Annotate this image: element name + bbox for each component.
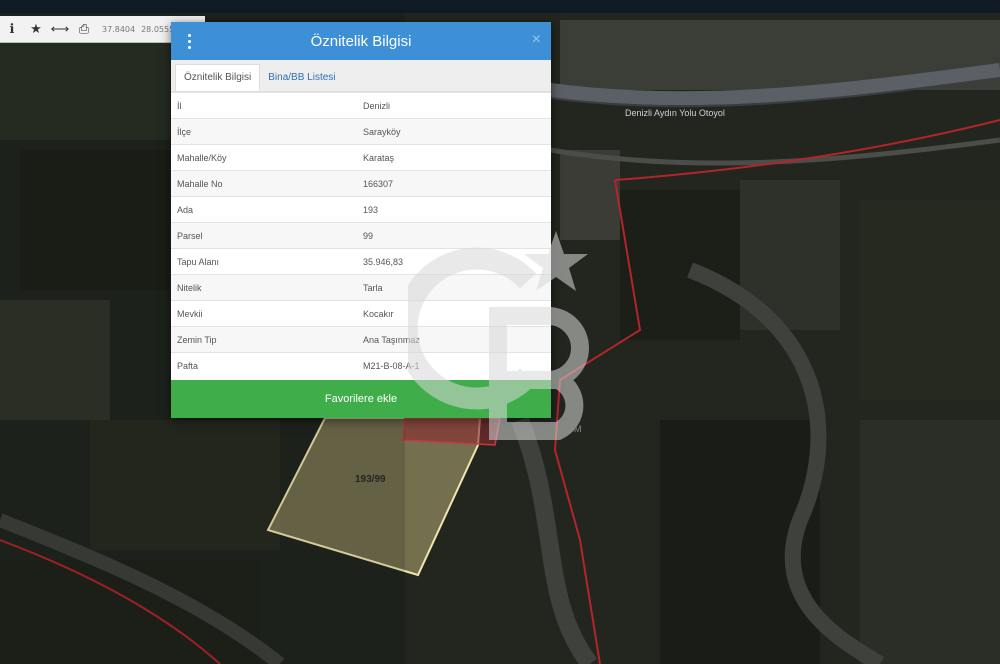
attribute-value: Sarayköy — [357, 118, 551, 145]
tab-attribute-info[interactable]: Öznitelik Bilgisi — [175, 64, 261, 91]
coordinate-x: 37.8404 — [102, 24, 136, 34]
attribute-key: Mahalle/Köy — [171, 144, 357, 171]
coordinate-y: 28.0555 — [141, 24, 175, 34]
attribute-key: İlçe — [171, 118, 357, 145]
attribute-key: Mevkii — [171, 300, 357, 327]
attribute-value: 166307 — [357, 170, 551, 197]
attribute-value: Denizli — [357, 92, 551, 119]
attribute-key: Tapu Alanı — [171, 248, 357, 275]
measure-icon[interactable]: ⟷ — [48, 16, 72, 42]
top-bar — [0, 0, 1000, 13]
attribute-key: Ada — [171, 196, 357, 223]
attribute-key: İl — [171, 92, 357, 119]
attribute-key: Parsel — [171, 222, 357, 249]
table-row: Mahalle No 166307 — [171, 170, 551, 197]
table-row: Ada 193 — [171, 196, 551, 223]
dialog-tabs: Öznitelik Bilgisi Bina/BB Listesi — [171, 60, 551, 92]
attribute-key: Pafta — [171, 352, 357, 378]
attribute-value: Karataş — [357, 144, 551, 171]
info-icon[interactable]: ℹ — [0, 16, 24, 42]
dialog-header: Öznitelik Bilgisi × — [171, 22, 551, 60]
table-row: Mahalle/Köy Karataş — [171, 144, 551, 171]
road-label: Denizli Aydın Yolu Otoyol — [625, 108, 725, 118]
table-row: İl Denizli — [171, 92, 551, 119]
close-icon[interactable]: × — [532, 31, 541, 49]
attribute-value: 193 — [357, 196, 551, 223]
attribute-key: Nitelik — [171, 274, 357, 301]
dialog-title: Öznitelik Bilgisi — [310, 32, 412, 50]
menu-icon[interactable] — [185, 32, 193, 50]
table-row: İlçe Sarayköy — [171, 118, 551, 145]
svg-text:SM: SM — [568, 424, 582, 434]
watermark-logo: SM — [408, 231, 589, 440]
star-icon[interactable]: ★ — [24, 16, 48, 42]
tab-building-list[interactable]: Bina/BB Listesi — [260, 65, 343, 91]
attribute-key: Zemin Tip — [171, 326, 357, 353]
print-icon[interactable]: ⎙ — [72, 16, 96, 42]
attribute-key: Mahalle No — [171, 170, 357, 197]
